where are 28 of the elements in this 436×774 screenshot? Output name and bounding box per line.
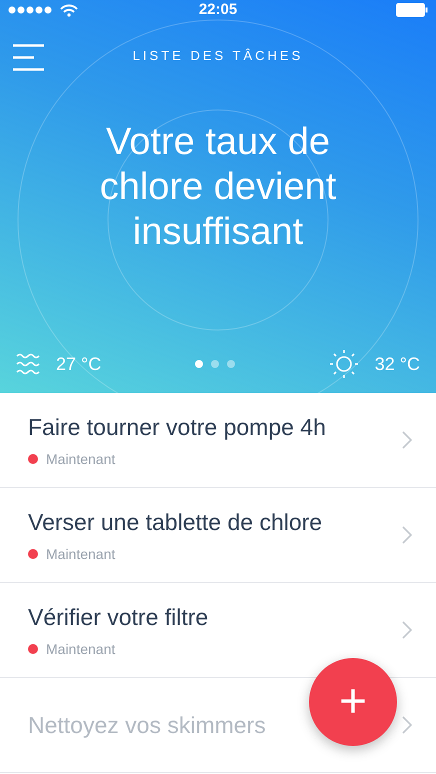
- chevron-icon[interactable]: [402, 526, 412, 544]
- status-dot: [28, 644, 38, 654]
- sun-icon: [328, 349, 359, 379]
- chevron-icon[interactable]: [402, 431, 412, 449]
- menu-icon[interactable]: [13, 44, 45, 71]
- chevron-icon[interactable]: [402, 621, 412, 639]
- task-status: Maintenant: [46, 640, 116, 659]
- task-status: Maintenant: [46, 544, 116, 564]
- task-title[interactable]: Verser une tablette de chlore: [28, 505, 322, 540]
- page-dot[interactable]: [195, 360, 203, 368]
- page-dot[interactable]: [227, 360, 235, 368]
- screen-title: LISTE DES TÂCHES: [132, 47, 304, 66]
- wifi-icon: [60, 4, 78, 16]
- battery-icon: [396, 3, 428, 17]
- status-time: 22:05: [198, 0, 238, 20]
- add-button[interactable]: +: [309, 658, 397, 746]
- task-title[interactable]: Faire tourner votre pompe 4h: [28, 410, 326, 445]
- task-title[interactable]: Vérifier votre filtre: [28, 600, 208, 635]
- waves-icon: [16, 353, 40, 375]
- status-dot: [28, 454, 38, 464]
- alert-headline: Votre taux de chlore devient insuffisant: [98, 120, 338, 254]
- task-status: Maintenant: [46, 450, 116, 469]
- water-temperature: 27 °C: [56, 352, 102, 376]
- signal-icon: [8, 6, 52, 14]
- page-dot[interactable]: [211, 360, 219, 368]
- chevron-icon[interactable]: [402, 716, 412, 734]
- air-temperature: 32 °C: [374, 352, 420, 376]
- status-dot: [28, 549, 38, 560]
